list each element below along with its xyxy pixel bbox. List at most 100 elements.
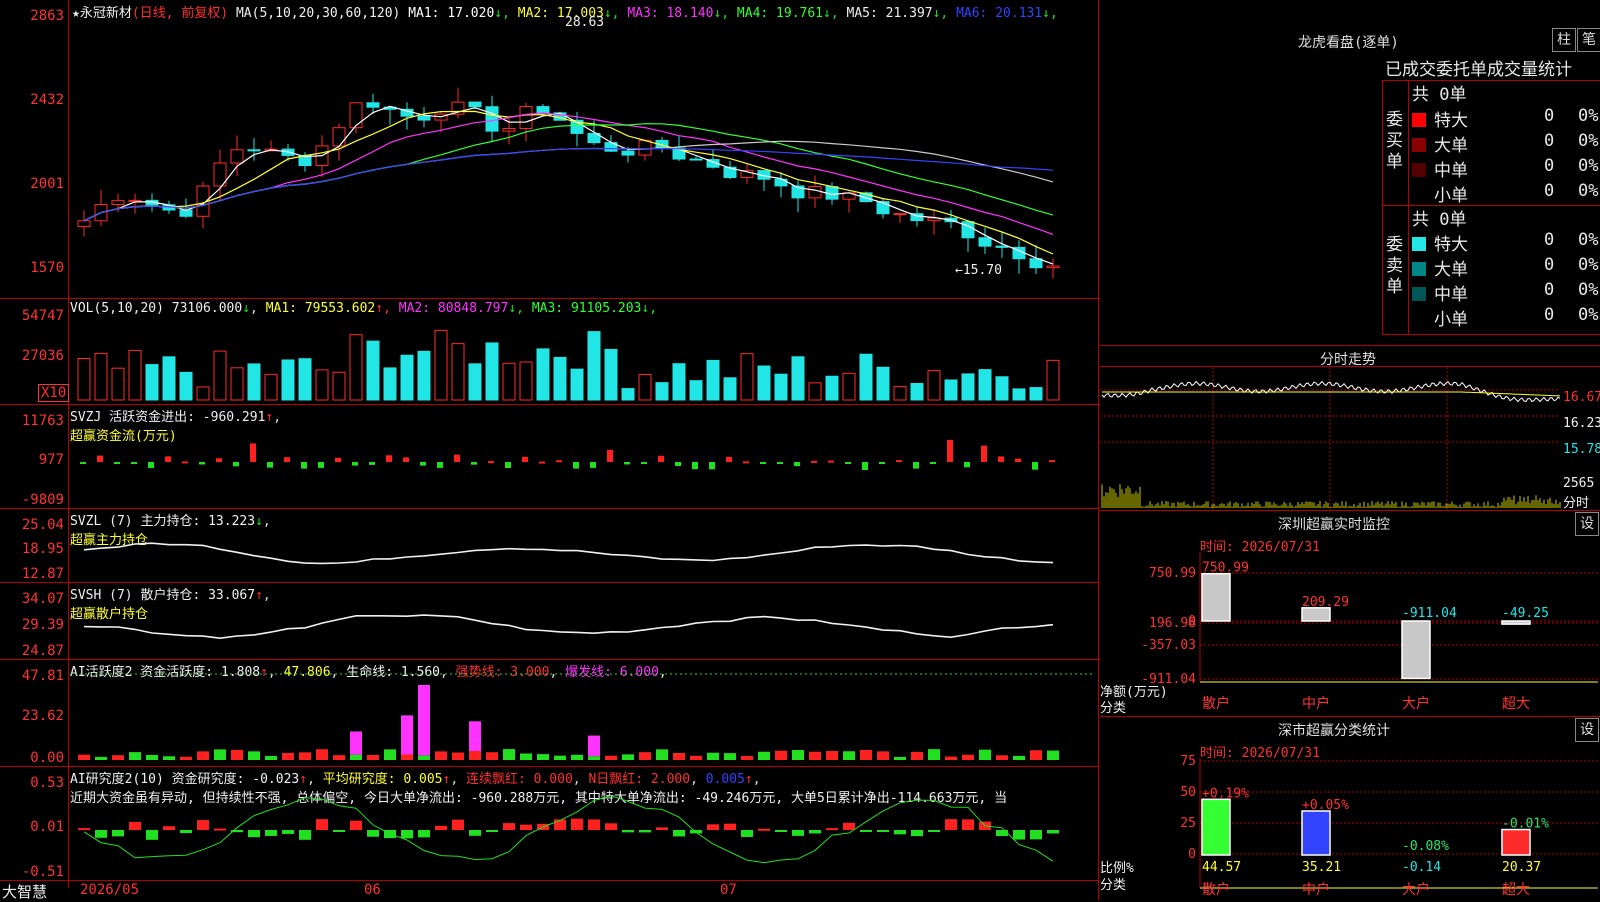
- research-bar: [214, 828, 226, 831]
- bar-y-label: 50: [1180, 785, 1196, 800]
- holding-line: [83, 614, 1054, 640]
- classify-title: 深市超赢分类统计: [1278, 723, 1390, 739]
- candle-body: [978, 237, 992, 247]
- ma-line: [83, 112, 1054, 235]
- fund-flow-bar: [811, 460, 817, 463]
- volume-bar: [315, 369, 329, 401]
- bar-rect: [1301, 810, 1331, 856]
- fund-flow-bar: [675, 462, 681, 467]
- bar-rect: [1501, 828, 1531, 856]
- tick-mode-button[interactable]: 笔: [1577, 28, 1600, 52]
- monitor-settings-button[interactable]: 设: [1575, 512, 1599, 536]
- ma-line: [83, 147, 1054, 222]
- monitor-axis-label-2: 分类: [1100, 701, 1127, 716]
- candle-body: [77, 220, 91, 228]
- volume-bar: [383, 367, 397, 401]
- volume-bar: [995, 376, 1009, 401]
- classify-axis-label-2: 分类: [1100, 878, 1127, 893]
- order-percent: 0%: [1578, 156, 1599, 176]
- fund-flow-bar: [556, 460, 562, 463]
- fund-flow-bar: [930, 462, 936, 464]
- fund-flow-bar: [301, 462, 307, 469]
- research-bar: [673, 830, 685, 837]
- volume-bar: [145, 364, 159, 401]
- candle-body: [502, 127, 516, 132]
- order-row-大单: 大单: [1412, 131, 1468, 156]
- fund-flow-bar: [165, 456, 171, 462]
- activity-bar: [486, 752, 498, 760]
- research-bar: [724, 823, 736, 830]
- activity-burst-bar: [469, 721, 481, 751]
- bar-rect: [1201, 798, 1231, 856]
- activity-bar: [452, 752, 464, 760]
- fund-flow-bar: [964, 462, 970, 468]
- candle-body: [689, 158, 703, 161]
- research-bar: [554, 819, 566, 830]
- activity-bar: [180, 756, 192, 760]
- candle-body: [808, 186, 822, 199]
- activity-bar: [197, 751, 209, 760]
- activity-bar: [996, 755, 1008, 760]
- fund-flow-bar: [981, 445, 987, 462]
- intraday-price-line: [1101, 380, 1561, 403]
- fund-flow-bar: [386, 455, 392, 462]
- bar-value-label: 35.21: [1302, 860, 1341, 875]
- fund-flow-bar: [1049, 460, 1055, 463]
- fund-flow-bar: [250, 443, 256, 462]
- activity-bar: [979, 749, 991, 760]
- activity-bar: [129, 752, 141, 760]
- activity-bar: [265, 755, 277, 760]
- bar-category-label: 超大: [1502, 882, 1530, 898]
- kline-chart-canvas[interactable]: [0, 0, 1100, 900]
- volume-bar: [94, 352, 108, 401]
- order-percent: 0%: [1578, 305, 1599, 325]
- research-bar: [707, 824, 719, 830]
- fund-flow-bar: [624, 462, 630, 465]
- activity-bar: [826, 750, 838, 760]
- fund-flow-bar: [233, 462, 239, 467]
- volume-bar: [519, 361, 533, 401]
- fund-flow-bar: [80, 462, 86, 464]
- activity-bar: [1030, 750, 1042, 760]
- activity-burst-bar: [350, 731, 362, 755]
- volume-bar: [485, 342, 499, 401]
- volume-bar: [536, 348, 550, 401]
- volume-bar: [332, 371, 346, 401]
- research-bar: [792, 830, 804, 836]
- fund-flow-bar: [437, 462, 443, 468]
- research-bar: [877, 830, 889, 832]
- fund-flow-bar: [97, 455, 103, 462]
- order-count: 0: [1544, 305, 1555, 325]
- research-bar: [809, 830, 821, 834]
- classify-bar-超大: -0.01% 20.37 超大: [1501, 817, 1549, 898]
- activity-bar: [231, 749, 243, 760]
- volume-bar: [570, 368, 584, 401]
- intraday-avg-line: [1102, 391, 1561, 397]
- fund-flow-bar: [998, 456, 1004, 462]
- activity-bar: [928, 749, 940, 760]
- research-bar: [469, 830, 481, 836]
- fund-flow-bar: [148, 462, 154, 468]
- bar-category-label: 中户: [1302, 881, 1330, 898]
- research-line: [83, 795, 1054, 864]
- classify-bar-大户: -0.08% -0.14 大户: [1402, 839, 1449, 898]
- bar-mode-button[interactable]: 柱: [1552, 28, 1576, 52]
- activity-bar: [401, 754, 413, 760]
- classify-bar-中户: +0.05% 35.21 中户: [1301, 798, 1349, 898]
- candle-body: [128, 199, 142, 202]
- volume-bar: [247, 363, 261, 401]
- order-count: 0: [1544, 106, 1555, 126]
- classify-settings-button[interactable]: 设: [1575, 718, 1599, 742]
- volume-bar: [672, 363, 686, 401]
- bar-value-label: 44.57: [1202, 860, 1241, 875]
- chart-area[interactable]: ★永冠新材(日线, 前复权) MA(5,10,20,30,60,120) MA1…: [0, 0, 1100, 901]
- research-bar: [741, 830, 753, 837]
- research-bar: [503, 823, 515, 830]
- order-row-大单: 大单: [1412, 255, 1468, 280]
- ma-line: [83, 110, 1054, 255]
- research-bar: [78, 828, 90, 831]
- research-bars: [78, 818, 1059, 840]
- order-row-小单: 小单: [1412, 181, 1468, 206]
- fund-flow-bar: [454, 454, 460, 462]
- activity-bar: [588, 756, 600, 760]
